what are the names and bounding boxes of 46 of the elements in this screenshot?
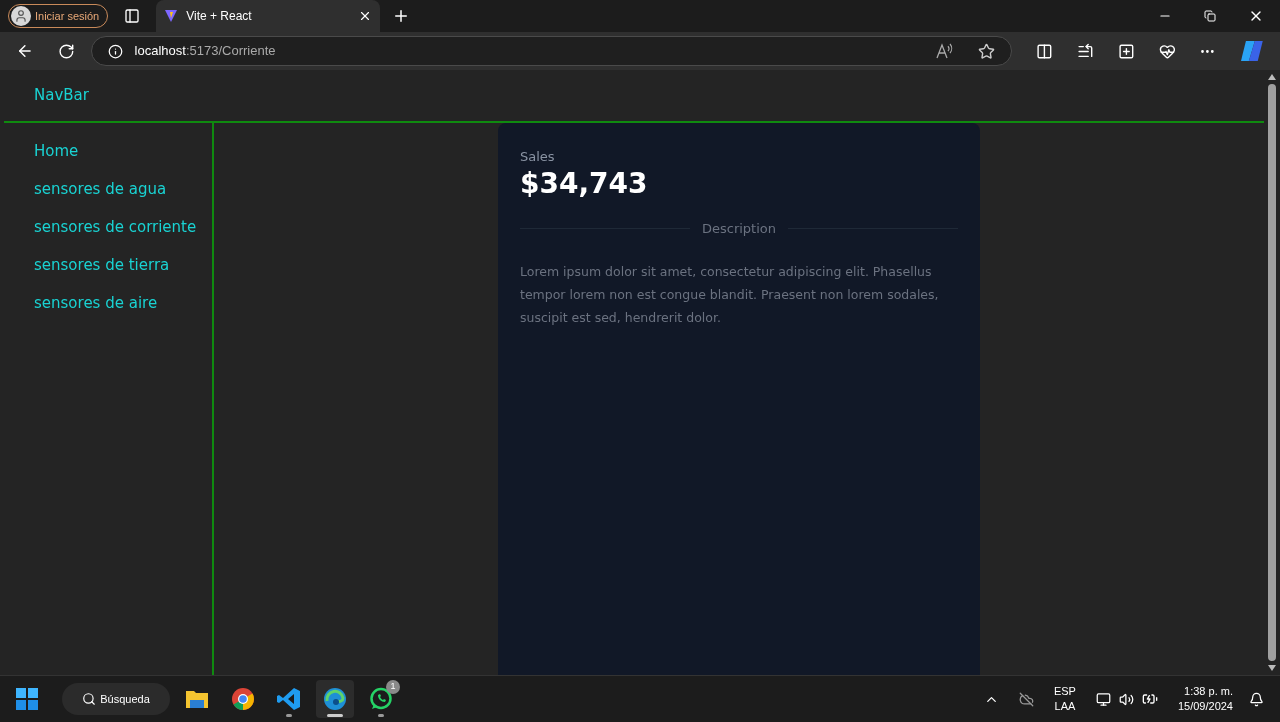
- heart-pulse-icon[interactable]: [1158, 42, 1176, 60]
- clock-time[interactable]: 1:38 p. m.: [1184, 684, 1233, 699]
- vite-logo-icon: [164, 9, 179, 23]
- collections-icon[interactable]: [1117, 42, 1135, 60]
- clock-date[interactable]: 15/09/2024: [1177, 699, 1233, 714]
- tab-title: Vite + React: [186, 8, 253, 25]
- navbar-title: NavBar: [34, 85, 89, 107]
- reload-icon[interactable]: [57, 42, 75, 60]
- keyboard-layout-text[interactable]: LAA: [1054, 699, 1076, 714]
- notifications-icon[interactable]: [1249, 691, 1264, 707]
- site-info-icon[interactable]: [107, 43, 123, 59]
- browser-tab[interactable]: Vite + React: [156, 0, 381, 32]
- browser-icon: [323, 687, 347, 711]
- code-editor-icon: [277, 687, 301, 711]
- divider-label: Description: [702, 219, 777, 238]
- volume-icon[interactable]: [1118, 691, 1134, 707]
- split-screen-icon[interactable]: [1036, 42, 1054, 60]
- restore-icon[interactable]: [1204, 10, 1216, 22]
- sidebar-link[interactable]: sensores de aire: [34, 292, 212, 314]
- card-label: Sales: [520, 148, 556, 166]
- url-text: localhost:5173/Corriente: [134, 42, 277, 61]
- taskbar-app[interactable]: [316, 680, 354, 718]
- sidebar-link[interactable]: Home: [34, 140, 212, 162]
- assistant-logo-icon[interactable]: [1240, 40, 1264, 62]
- sidebar-link[interactable]: sensores de tierra: [34, 254, 212, 276]
- chat-app-icon: [369, 687, 393, 711]
- description-text: Lorem ipsum dolor sit amet, consectetur adipiscing elit. Phasellus tempor lorem non est congue blandit. Praesent non lorem sodales, suscipit est sed, hendrerit dolor.: [520, 263, 940, 327]
- sales-value: $34,743: [520, 166, 649, 201]
- favorite-star-icon[interactable]: [978, 42, 996, 60]
- favorites-list-icon[interactable]: [1077, 42, 1094, 60]
- address-bar[interactable]: localhost:5173/Corriente: [90, 36, 1013, 66]
- sidebar-link[interactable]: sensores de agua: [34, 178, 212, 200]
- back-icon[interactable]: [16, 42, 34, 60]
- taskbar-search[interactable]: Búsqueda: [62, 683, 170, 715]
- browser-icon: [231, 687, 255, 711]
- search-icon: [82, 692, 97, 706]
- folder-icon: [185, 688, 209, 710]
- cloud-off-icon[interactable]: [1018, 691, 1034, 707]
- read-aloud-icon[interactable]: [936, 43, 955, 59]
- profile-icon: [11, 6, 31, 26]
- sidebar-link[interactable]: sensores de corriente: [34, 216, 212, 238]
- battery-icon[interactable]: [1141, 691, 1158, 707]
- language-text[interactable]: ESP: [1053, 684, 1076, 699]
- notification-badge: 1: [386, 680, 400, 694]
- start-icon[interactable]: [16, 688, 38, 710]
- tab-actions-icon[interactable]: [124, 8, 141, 24]
